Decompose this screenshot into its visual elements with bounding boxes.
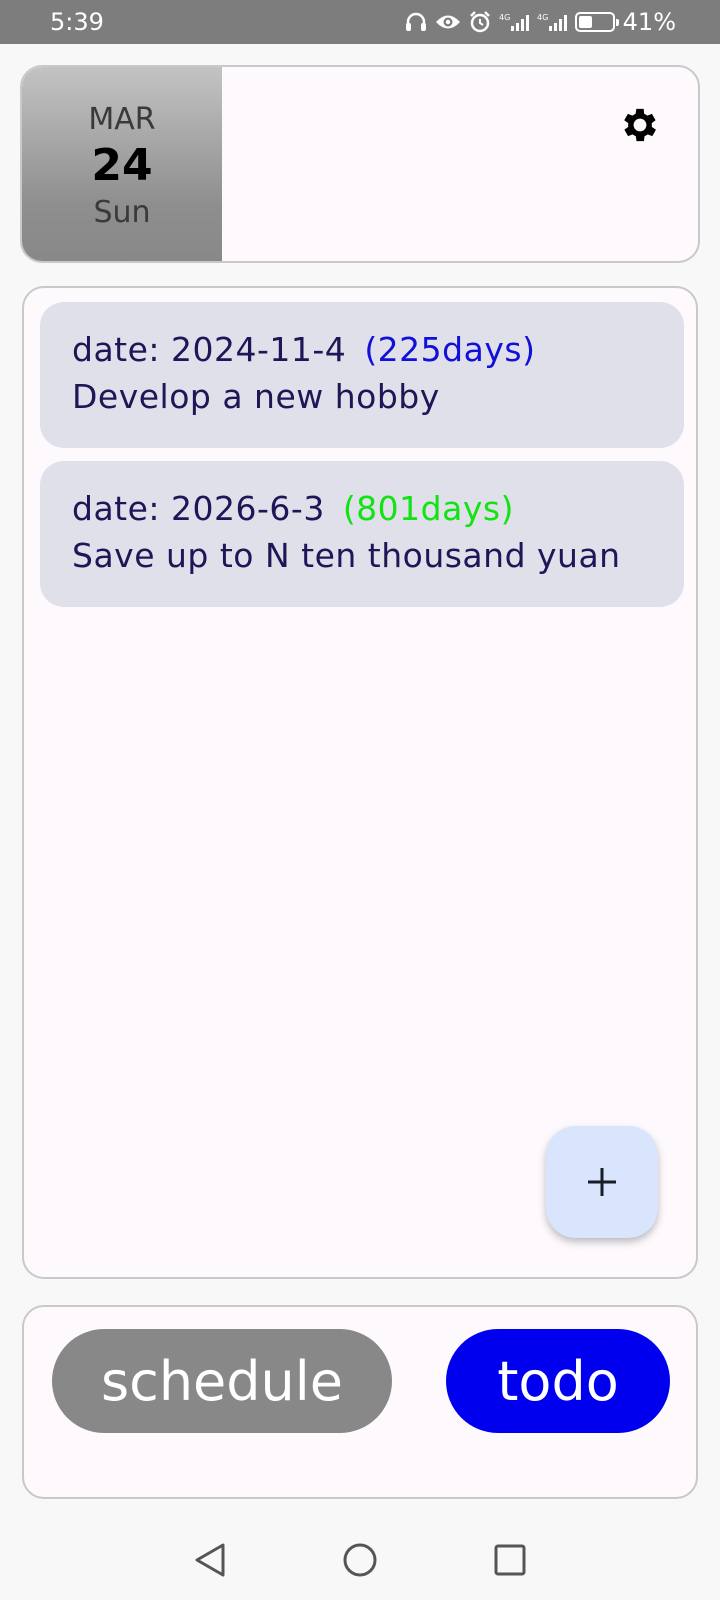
todo-days-remaining: (225days) xyxy=(364,330,536,369)
svg-text:4G: 4G xyxy=(537,13,548,22)
todo-date-row: date: 2026-6-3 (801days) xyxy=(72,489,684,528)
gear-icon[interactable] xyxy=(618,103,662,147)
todo-days-remaining: (801days) xyxy=(342,489,514,528)
eye-icon xyxy=(435,13,461,31)
signal-4g-icon: 4G xyxy=(499,12,529,32)
date-tile: MAR 24 Sun xyxy=(22,67,222,261)
todo-date: date: 2024-11-4 xyxy=(72,330,347,369)
battery-icon xyxy=(574,12,619,32)
battery-percent: 41% xyxy=(622,8,676,36)
tab-todo[interactable]: todo xyxy=(446,1329,670,1433)
battery-level xyxy=(578,16,592,28)
tab-schedule[interactable]: schedule xyxy=(52,1329,392,1433)
alarm-icon xyxy=(469,11,491,33)
todo-title: Save up to N ten thousand yuan xyxy=(72,536,621,575)
status-icons: 4G 4G 41% xyxy=(405,8,676,36)
todo-title: Develop a new hobby xyxy=(72,377,440,416)
date-day: 24 xyxy=(91,140,153,192)
todo-date: date: 2026-6-3 xyxy=(72,489,325,528)
todo-list-card: date: 2024-11-4 (225days) Develop a new … xyxy=(22,286,698,1279)
status-bar: 5:39 4G 4G 41% xyxy=(0,0,720,44)
add-todo-button[interactable] xyxy=(546,1126,658,1238)
date-weekday: Sun xyxy=(93,194,151,230)
signal-4g-icon: 4G xyxy=(537,12,567,32)
plus-icon xyxy=(588,1168,616,1196)
todo-item[interactable]: date: 2026-6-3 (801days) Save up to N te… xyxy=(40,461,684,607)
date-month: MAR xyxy=(88,102,156,138)
headphones-icon xyxy=(405,12,427,32)
date-header-card: MAR 24 Sun xyxy=(20,65,700,263)
system-nav-bar xyxy=(0,1520,720,1600)
back-icon[interactable] xyxy=(190,1540,230,1580)
tab-bar-card: schedule todo xyxy=(22,1305,698,1499)
home-icon[interactable] xyxy=(340,1540,380,1580)
recents-icon[interactable] xyxy=(490,1540,530,1580)
status-time: 5:39 xyxy=(50,8,104,36)
todo-date-row: date: 2024-11-4 (225days) xyxy=(72,330,684,369)
svg-text:4G: 4G xyxy=(499,13,510,22)
todo-item[interactable]: date: 2024-11-4 (225days) Develop a new … xyxy=(40,302,684,448)
